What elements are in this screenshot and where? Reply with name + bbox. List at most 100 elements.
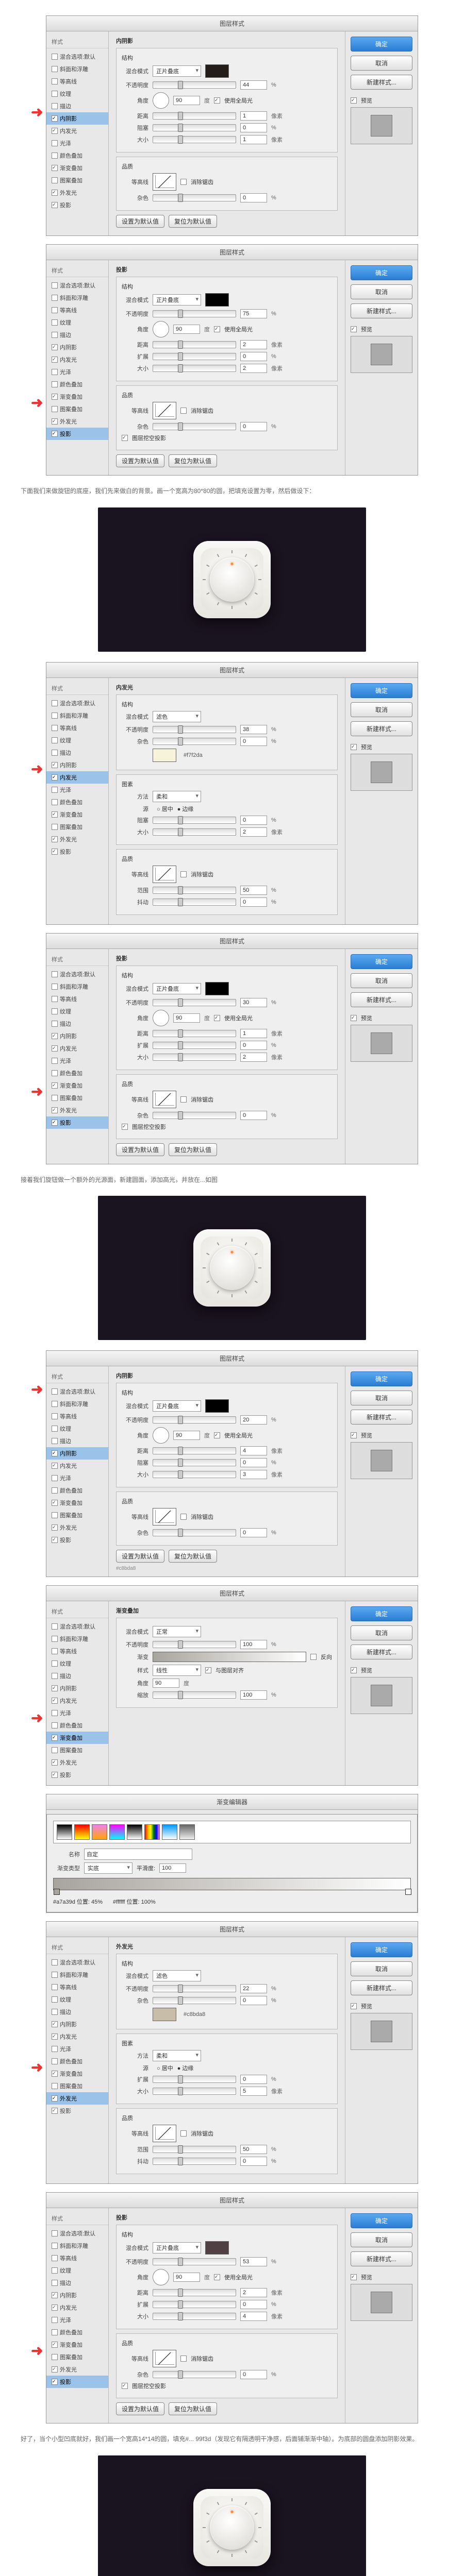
sidebar-item[interactable]: 图案叠加 [46,1744,108,1756]
reset-default-button[interactable]: 复位为默认值 [169,2402,217,2415]
sidebar-item[interactable]: 纹理 [46,1422,108,1435]
checkbox-icon[interactable] [52,2021,58,2027]
sidebar-item[interactable]: 渐变叠加 [46,2338,108,2351]
sidebar-item[interactable]: 光泽 [46,2314,108,2326]
checkbox-icon[interactable] [52,700,58,706]
contour-picker[interactable] [153,173,176,191]
set-default-button[interactable]: 设置为默认值 [116,2402,164,2415]
checkbox-icon[interactable] [52,295,58,301]
set-default-button[interactable]: 设置为默认值 [116,454,164,467]
checkbox-icon[interactable] [52,307,58,313]
checkbox-icon[interactable] [52,332,58,338]
number-input[interactable]: 0 [240,123,267,132]
sidebar-item[interactable]: 投影 [46,428,108,440]
checkbox-icon[interactable] [52,2009,58,2015]
number-input[interactable]: 3 [240,1470,267,1479]
cancel-button[interactable]: 取消 [351,702,412,717]
sidebar-item[interactable]: 外发光 [46,1521,108,1534]
slider[interactable] [153,112,236,120]
checkbox-icon[interactable] [52,1487,58,1494]
gradient-preset[interactable] [74,1824,90,1840]
checkbox-icon[interactable] [52,2354,58,2360]
color-swatch[interactable] [205,1399,229,1413]
number-input[interactable]: 53 [240,2257,267,2266]
reset-default-button[interactable]: 复位为默认值 [169,1143,217,1156]
select[interactable]: 正片叠底 [153,983,201,994]
anti-alias-checkbox[interactable] [180,179,187,185]
gradient-preset[interactable] [92,1824,107,1840]
sidebar-item[interactable]: 斜面和浮雕 [46,292,108,304]
checkbox-icon[interactable] [52,1120,58,1126]
slider[interactable] [153,136,236,143]
checkbox-icon[interactable] [52,394,58,400]
sidebar-item[interactable]: 内发光 [46,2301,108,2314]
sidebar-item[interactable]: 混合选项:默认 [46,279,108,292]
checkbox-icon[interactable] [52,1959,58,1965]
preview-checkbox[interactable] [351,1432,357,1438]
checkbox-icon[interactable] [52,2046,58,2052]
sidebar-item[interactable]: 图案叠加 [46,174,108,187]
checkbox-icon[interactable] [52,115,58,122]
number-input[interactable]: 0 [240,1458,267,1467]
radio[interactable]: ● 边缘 [177,2064,194,2072]
anti-alias-checkbox[interactable] [180,2355,187,2362]
checkbox-icon[interactable] [52,1107,58,1113]
color-swatch[interactable] [205,982,229,995]
sidebar-item[interactable]: 内发光 [46,1694,108,1707]
checkbox-icon[interactable] [52,190,58,196]
checkbox-icon[interactable] [52,799,58,805]
checkbox-icon[interactable] [52,1045,58,1052]
checkbox-icon[interactable] [52,1438,58,1444]
slider[interactable] [153,2076,236,2083]
checkbox-icon[interactable] [52,762,58,768]
select[interactable]: 线性 [153,1665,201,1676]
new-style-button[interactable]: 新建样式... [351,721,412,736]
gradient-name-input[interactable]: 自定 [84,1849,192,1860]
slider[interactable] [153,738,236,745]
checkbox-icon[interactable] [52,1524,58,1531]
sidebar-item[interactable]: 等高线 [46,2252,108,2264]
sidebar-item[interactable]: 图案叠加 [46,821,108,833]
checkbox-icon[interactable] [52,431,58,437]
gradient-preset[interactable] [109,1824,125,1840]
slider[interactable] [153,124,236,131]
checkbox-icon[interactable] [52,1747,58,1753]
sidebar-item[interactable]: 光泽 [46,2043,108,2055]
checkbox-icon[interactable] [52,344,58,350]
select[interactable]: 实底 [84,1862,132,1874]
sidebar-item[interactable]: 等高线 [46,1410,108,1422]
sidebar-item[interactable]: 内发光 [46,353,108,366]
ok-button[interactable]: 确定 [351,1371,412,1386]
number-input[interactable]: 100 [159,1863,186,1873]
anti-alias-checkbox[interactable] [180,408,187,414]
checkbox-icon[interactable] [52,774,58,781]
slider[interactable] [153,310,236,317]
sidebar-item[interactable]: 纹理 [46,1993,108,2006]
new-style-button[interactable]: 新建样式... [351,303,412,318]
sidebar-item[interactable]: 渐变叠加 [46,1732,108,1744]
checkbox-icon[interactable] [52,1772,58,1778]
sidebar-item[interactable]: 图案叠加 [46,403,108,415]
checkbox-icon[interactable] [52,2292,58,2298]
checkbox-icon[interactable] [52,2255,58,2261]
sidebar-item[interactable]: 图案叠加 [46,2351,108,2363]
contour-picker[interactable] [153,1091,176,1108]
sidebar-item[interactable]: 光泽 [46,137,108,149]
number-input[interactable]: 2 [240,340,267,349]
number-input[interactable]: 22 [240,1984,267,1993]
preview-checkbox[interactable] [351,326,357,332]
gradient-preset[interactable] [144,1824,160,1840]
sidebar-item[interactable]: 投影 [46,1116,108,1129]
new-style-button[interactable]: 新建样式... [351,1645,412,1659]
number-input[interactable]: 5 [240,2087,267,2096]
sidebar-item[interactable]: 等高线 [46,304,108,316]
checkbox-icon[interactable] [52,1673,58,1679]
sidebar-item[interactable]: 混合选项:默认 [46,50,108,63]
checkbox-icon[interactable] [52,418,58,425]
radio[interactable]: ○ 居中 [157,2064,173,2072]
checkbox-icon[interactable] [52,984,58,990]
checkbox-icon[interactable] [52,1021,58,1027]
checkbox-icon[interactable] [52,2243,58,2249]
new-style-button[interactable]: 新建样式... [351,75,412,90]
slider[interactable] [153,365,236,372]
